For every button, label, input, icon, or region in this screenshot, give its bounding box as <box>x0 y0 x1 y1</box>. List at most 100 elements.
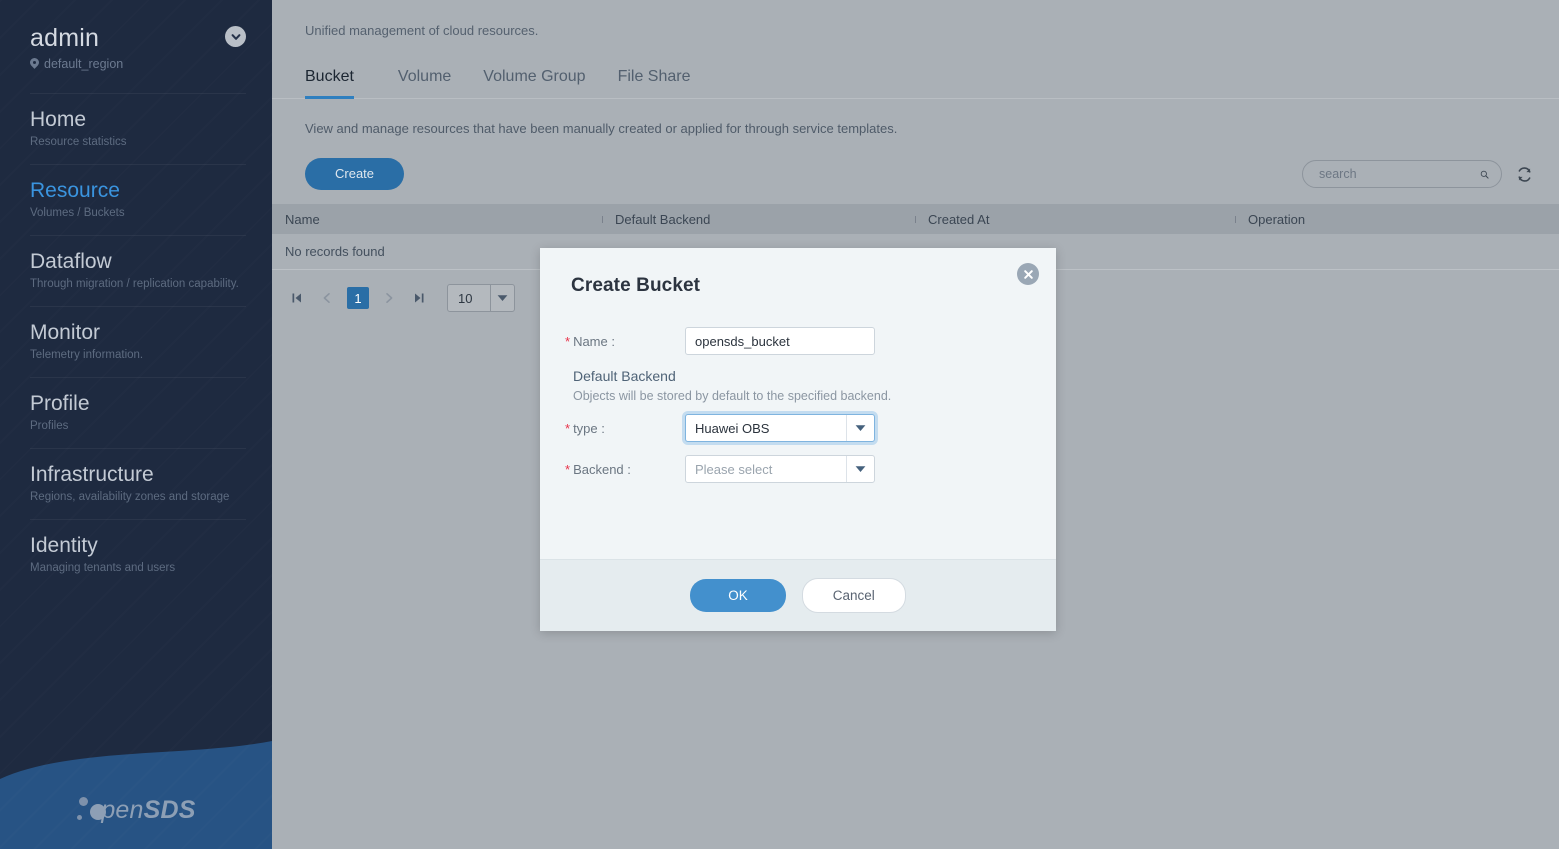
backend-select-caret <box>846 456 874 482</box>
page-size-value: 10 <box>458 290 473 306</box>
page-size-select[interactable]: 10 <box>447 284 515 312</box>
backend-label-text: Backend : <box>573 461 631 477</box>
column-header-operation[interactable]: Operation <box>1235 212 1559 227</box>
pagination-next-button[interactable] <box>379 288 399 308</box>
type-select-caret <box>846 415 874 441</box>
refresh-icon <box>1518 166 1531 182</box>
column-header-default-backend[interactable]: Default Backend <box>602 212 915 227</box>
user-region-label: default_region <box>44 57 124 71</box>
dialog-title: Create Bucket <box>571 275 701 296</box>
sidebar-item-title: Dataflow <box>30 250 112 273</box>
sidebar-nav: Home Resource statistics Resource Volume… <box>0 93 272 590</box>
user-menu-toggle[interactable] <box>225 26 246 47</box>
backend-label: * Backend : <box>540 462 685 477</box>
toolbar: Create <box>272 158 1559 190</box>
field-row-name: * Name : <box>540 327 1056 355</box>
dialog-body: *Name : Default Backend Objects will be … <box>540 297 1056 559</box>
page-size-caret <box>490 285 514 311</box>
dialog-close-button[interactable] <box>1017 263 1039 285</box>
opensds-wordmark: penSDS <box>101 796 195 825</box>
opensds-dots-icon <box>76 793 110 827</box>
backend-select-value: Please select <box>695 461 773 477</box>
sidebar-logo: penSDS <box>0 739 272 849</box>
sidebar-item-home[interactable]: Home Resource statistics <box>0 93 272 164</box>
sidebar-item-dataflow[interactable]: Dataflow Through migration / replication… <box>0 235 272 306</box>
sidebar-item-subtitle: Telemetry information. <box>30 349 144 361</box>
type-select[interactable]: Huawei OBS <box>685 414 875 442</box>
required-asterisk: * <box>565 333 571 349</box>
sidebar-item-subtitle: Regions, availability zones and storage <box>30 491 230 503</box>
sidebar-item-profile[interactable]: Profile Profiles <box>0 377 272 448</box>
search-box[interactable] <box>1302 160 1502 188</box>
opensds-logo-mark: penSDS <box>0 793 272 827</box>
sidebar-item-title: Home <box>30 108 87 131</box>
search-icon[interactable] <box>1480 167 1489 182</box>
close-icon <box>1023 269 1033 279</box>
sidebar: admin default_region Home Resource stati… <box>0 0 272 849</box>
type-label-text: type : <box>573 420 605 436</box>
pagination-prev-button[interactable] <box>317 288 337 308</box>
tab-volume-group[interactable]: Volume Group <box>467 62 601 98</box>
sidebar-item-title: Monitor <box>30 321 101 344</box>
create-button[interactable]: Create <box>305 158 405 190</box>
field-row-type: * type : Huawei OBS <box>540 414 1056 442</box>
sidebar-item-monitor[interactable]: Monitor Telemetry information. <box>0 306 272 377</box>
name-label: * Name : <box>540 334 685 349</box>
dialog-footer: OK Cancel <box>540 559 1056 631</box>
search-input[interactable] <box>1319 167 1480 181</box>
backend-select[interactable]: Please select <box>685 455 875 483</box>
sidebar-item-title: Resource <box>30 179 120 202</box>
sidebar-item-title: Infrastructure <box>30 463 154 486</box>
user-block: admin default_region <box>0 0 272 71</box>
pagination-first-button[interactable] <box>287 288 307 308</box>
create-bucket-dialog: Create Bucket *Name : Default Backend Ob… <box>540 248 1056 631</box>
dialog-ok-button[interactable]: OK <box>690 579 786 612</box>
page-description: View and manage resources that have been… <box>305 121 898 136</box>
table-header: Name Default Backend Created At Operatio… <box>272 204 1559 234</box>
column-header-created-at[interactable]: Created At <box>915 212 1235 227</box>
last-page-icon <box>415 293 424 303</box>
tab-volume[interactable]: Volume <box>382 62 467 98</box>
caret-down-icon <box>497 295 508 301</box>
sidebar-item-subtitle: Through migration / replication capabili… <box>30 278 239 290</box>
tab-bucket[interactable]: Bucket <box>305 62 382 99</box>
user-region: default_region <box>30 57 242 71</box>
sidebar-item-title: Identity <box>30 534 98 557</box>
name-label-text: Name : <box>573 333 615 349</box>
sidebar-item-identity[interactable]: Identity Managing tenants and users <box>0 519 272 590</box>
app-root: admin default_region Home Resource stati… <box>0 0 1559 849</box>
caret-down-icon <box>855 466 866 472</box>
required-asterisk: * <box>565 461 571 477</box>
field-row-backend: * Backend : Please select <box>540 455 1056 483</box>
required-asterisk: * <box>565 420 571 436</box>
tab-bar: Bucket Volume Volume Group File Share <box>272 62 1559 99</box>
next-page-icon <box>386 293 393 303</box>
default-backend-section-hint: Objects will be stored by default to the… <box>573 389 892 403</box>
dialog-cancel-button[interactable]: Cancel <box>801 578 906 613</box>
first-page-icon <box>292 293 301 303</box>
column-header-name[interactable]: Name <box>272 212 602 227</box>
sidebar-item-subtitle: Managing tenants and users <box>30 562 176 574</box>
chevron-down-icon <box>231 33 240 40</box>
default-backend-section-title: Default Backend <box>573 368 676 384</box>
page-subtitle: Unified management of cloud resources. <box>305 23 539 38</box>
caret-down-icon <box>855 425 866 431</box>
sidebar-item-title: Profile <box>30 392 90 415</box>
toolbar-right <box>1302 160 1533 188</box>
user-name: admin <box>30 24 100 52</box>
sidebar-item-subtitle: Profiles <box>30 420 69 432</box>
bucket-name-input[interactable] <box>685 327 875 355</box>
type-select-value: Huawei OBS <box>695 420 770 436</box>
type-label: * type : <box>540 421 685 436</box>
tab-file-share[interactable]: File Share <box>602 62 707 98</box>
location-pin-icon <box>30 58 39 70</box>
refresh-button[interactable] <box>1516 166 1533 183</box>
sidebar-item-subtitle: Resource statistics <box>30 136 127 148</box>
logo-sds: SDS <box>143 795 196 824</box>
prev-page-icon <box>323 293 330 303</box>
pagination-last-button[interactable] <box>409 288 429 308</box>
sidebar-item-subtitle: Volumes / Buckets <box>30 207 125 219</box>
pagination-page-1[interactable]: 1 <box>347 287 369 309</box>
sidebar-item-infrastructure[interactable]: Infrastructure Regions, availability zon… <box>0 448 272 519</box>
sidebar-item-resource[interactable]: Resource Volumes / Buckets <box>0 164 272 235</box>
